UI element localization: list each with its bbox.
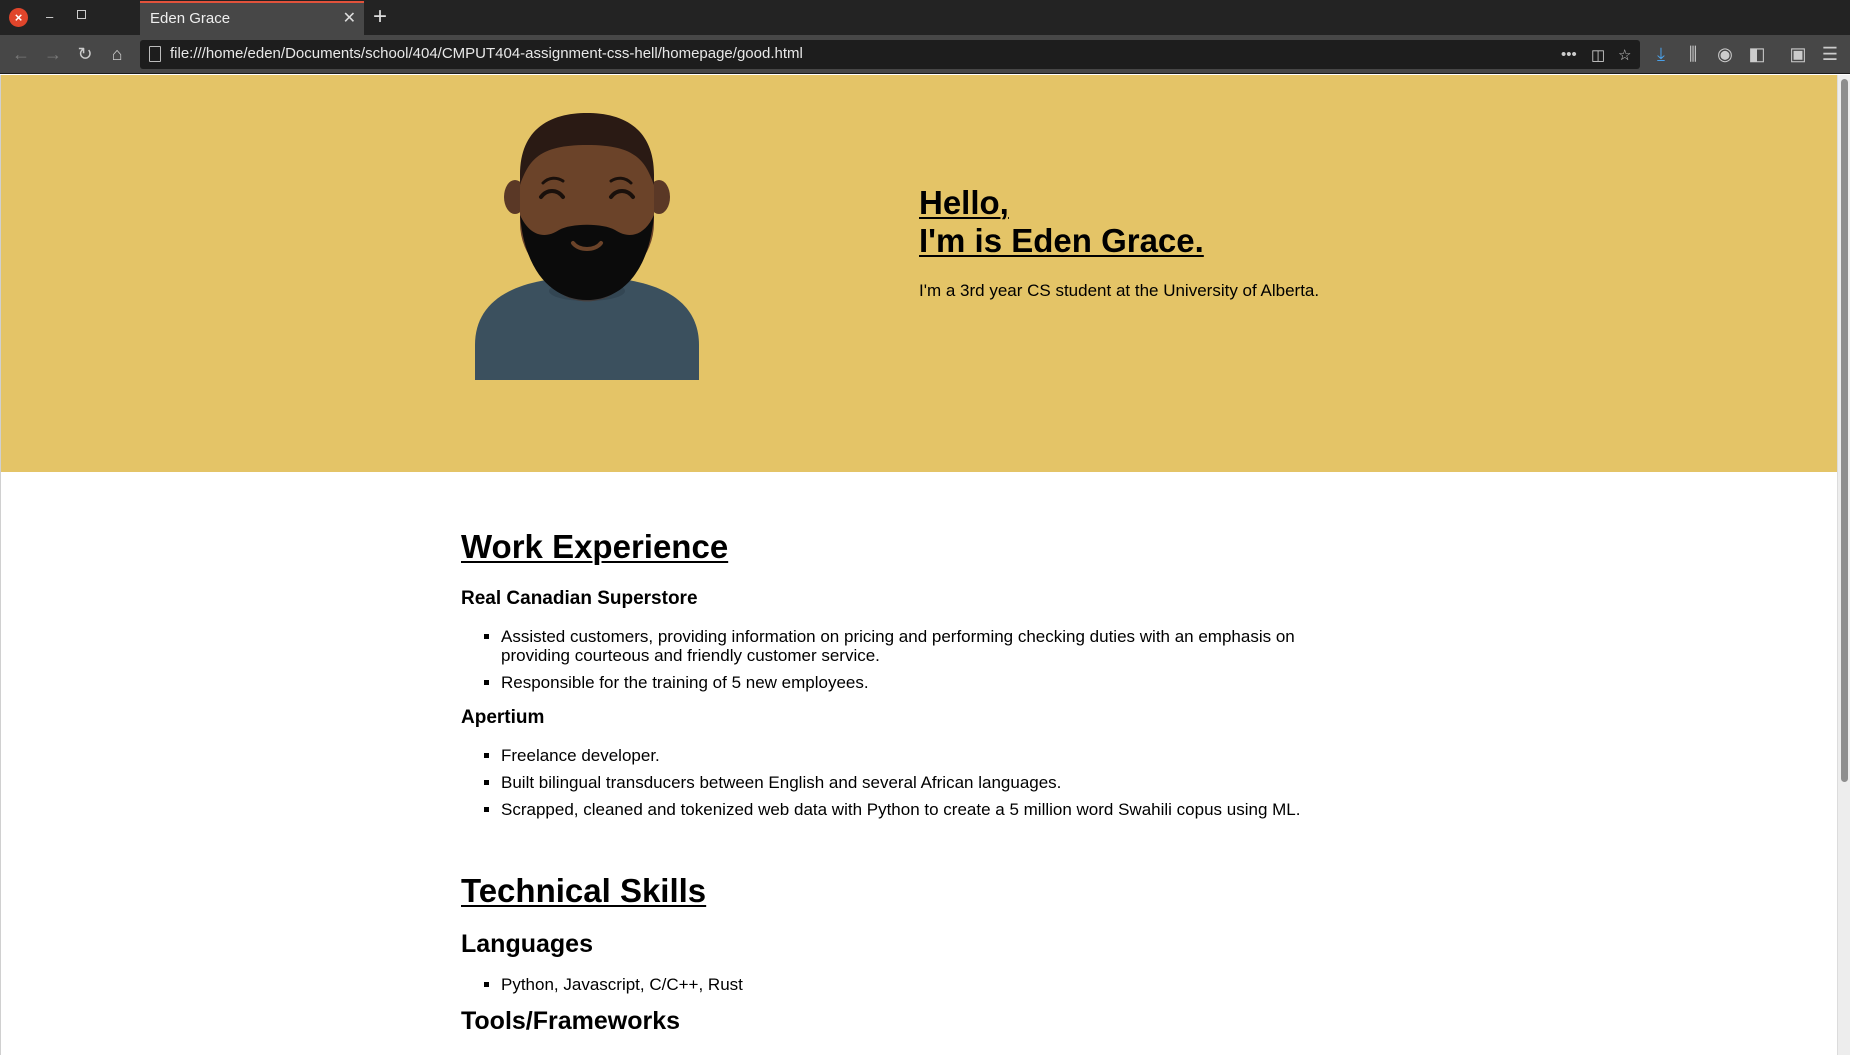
- page-actions-icon[interactable]: •••: [1561, 46, 1577, 63]
- library-icon[interactable]: ⫼: [1683, 44, 1703, 64]
- forward-icon[interactable]: →: [43, 44, 63, 64]
- tab-active[interactable]: Eden Grace ✕: [140, 1, 364, 35]
- tab-title: Eden Grace: [150, 10, 231, 27]
- greeting-line-1: Hello,: [919, 184, 1009, 221]
- greeting-block: Hello, I'm is Eden Grace. I'm a 3rd year…: [919, 184, 1319, 301]
- job-title: Apertium: [461, 707, 545, 728]
- url-text[interactable]: file:///home/eden/Documents/school/404/C…: [170, 45, 803, 62]
- tools-heading: Tools/Frameworks: [461, 1007, 681, 1035]
- list-item: Scrapped, cleaned and tokenized web data…: [501, 800, 1361, 819]
- tab-close-icon[interactable]: ✕: [343, 8, 356, 28]
- new-tab-button[interactable]: +: [373, 2, 387, 32]
- main-content: Work Experience Real Canadian Superstore…: [461, 527, 1361, 1036]
- home-icon[interactable]: ⌂: [107, 44, 127, 64]
- list-item: Built bilingual transducers between Engl…: [501, 773, 1361, 792]
- sidebar-icon[interactable]: ◧: [1747, 44, 1767, 64]
- url-bar[interactable]: file:///home/eden/Documents/school/404/C…: [140, 40, 1640, 69]
- work-experience-heading: Work Experience: [461, 528, 729, 565]
- languages-heading: Languages: [461, 930, 593, 958]
- window-minimize-button[interactable]: –: [46, 9, 53, 25]
- list-item: Responsible for the training of 5 new em…: [501, 673, 1361, 692]
- job-duties-list: Freelance developer. Built bilingual tra…: [461, 746, 1361, 819]
- tab-strip: × – Eden Grace ✕ +: [0, 0, 1850, 35]
- reload-icon[interactable]: ↻: [75, 44, 95, 64]
- window-close-button[interactable]: ×: [9, 8, 28, 27]
- list-item: Freelance developer.: [501, 746, 1361, 765]
- page-info-icon[interactable]: [149, 46, 161, 62]
- technical-skills-heading: Technical Skills: [461, 872, 707, 909]
- list-item: Python, Javascript, C/C++, Rust: [501, 975, 1361, 994]
- bookmark-star-icon[interactable]: ☆: [1618, 46, 1631, 64]
- account-icon[interactable]: ◉: [1715, 44, 1735, 64]
- window-maximize-button[interactable]: [77, 10, 86, 19]
- menu-icon[interactable]: ☰: [1820, 44, 1840, 64]
- languages-list: Python, Javascript, C/C++, Rust: [461, 975, 1361, 994]
- downloads-icon[interactable]: ⤓: [1651, 44, 1671, 64]
- greeting-line-2: I'm is Eden Grace.: [919, 222, 1204, 259]
- greeting-heading: Hello, I'm is Eden Grace.: [919, 184, 1319, 260]
- job-title: Real Canadian Superstore: [461, 588, 698, 609]
- extensions-icon[interactable]: ▣: [1788, 44, 1808, 64]
- scrollbar-thumb[interactable]: [1841, 79, 1848, 782]
- back-icon[interactable]: ←: [11, 44, 31, 64]
- navigation-toolbar: ← → ↻ ⌂ file:///home/eden/Documents/scho…: [0, 35, 1850, 74]
- page-viewport: Hello, I'm is Eden Grace. I'm a 3rd year…: [0, 75, 1837, 1055]
- intro-text: I'm a 3rd year CS student at the Univers…: [919, 281, 1320, 300]
- pocket-icon[interactable]: ◫: [1591, 46, 1605, 64]
- job-duties-list: Assisted customers, providing informatio…: [461, 627, 1361, 692]
- list-item: Assisted customers, providing informatio…: [501, 627, 1361, 665]
- vertical-scrollbar[interactable]: [1837, 75, 1850, 1055]
- hero-banner: Hello, I'm is Eden Grace. I'm a 3rd year…: [1, 75, 1837, 472]
- avatar-illustration: [475, 113, 699, 380]
